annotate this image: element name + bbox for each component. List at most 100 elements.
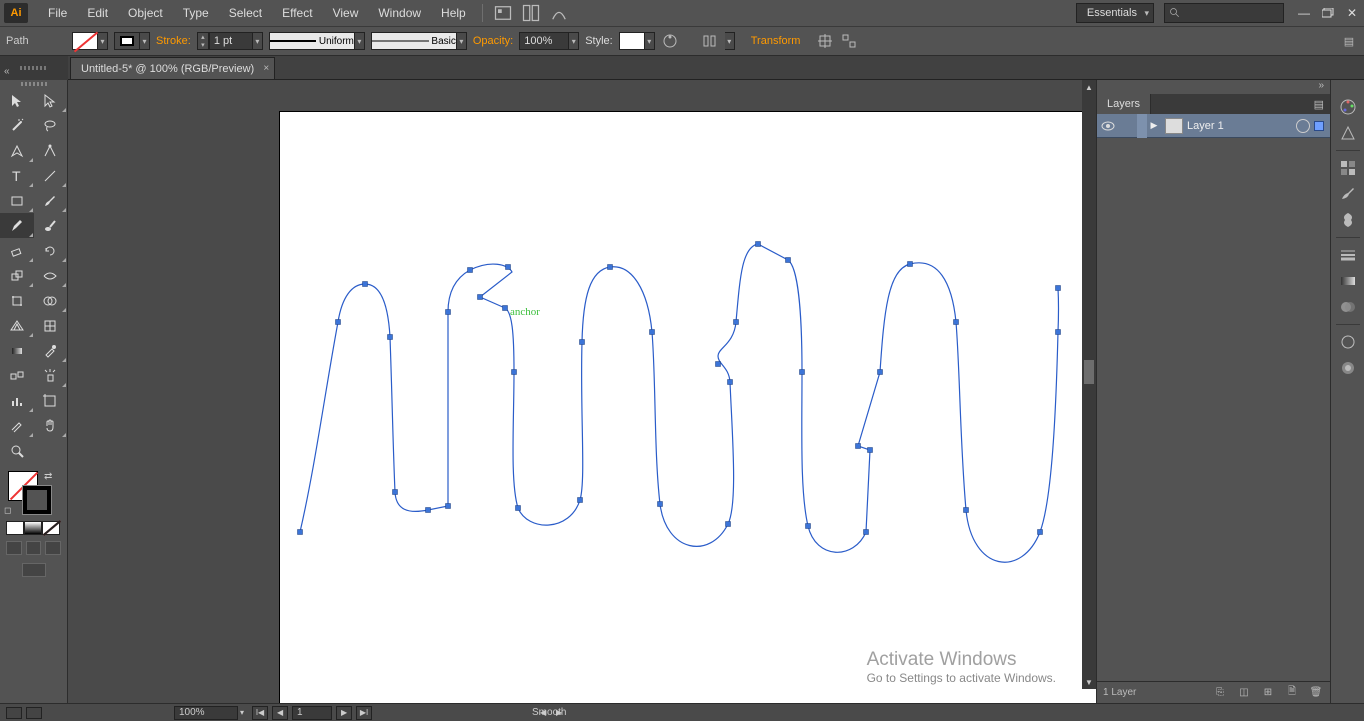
workspace-switcher[interactable]: Essentials xyxy=(1076,3,1154,23)
zoom-field[interactable]: 100% xyxy=(174,706,238,720)
next-artboard-icon[interactable]: ▶ xyxy=(336,706,352,720)
gradient-panel-icon[interactable] xyxy=(1335,268,1361,294)
menu-view[interactable]: View xyxy=(323,0,369,26)
stroke-panel-icon[interactable] xyxy=(1335,242,1361,268)
panel-expand-icon[interactable]: » xyxy=(1097,80,1330,94)
prev-artboard-icon[interactable]: ◀ xyxy=(272,706,288,720)
artboard-index[interactable]: 1 xyxy=(292,706,332,720)
opacity-value[interactable]: 100% xyxy=(519,32,569,50)
menu-type[interactable]: Type xyxy=(173,0,219,26)
window-close-icon[interactable]: ✕ xyxy=(1342,5,1362,21)
blend-tool[interactable] xyxy=(0,363,34,388)
status-icon-1[interactable] xyxy=(6,707,22,719)
menu-edit[interactable]: Edit xyxy=(77,0,118,26)
transparency-panel-icon[interactable] xyxy=(1335,294,1361,320)
recolor-icon[interactable] xyxy=(661,32,679,50)
type-tool[interactable]: T xyxy=(0,163,34,188)
last-artboard-icon[interactable]: ▶I xyxy=(356,706,372,720)
draw-inside[interactable] xyxy=(45,541,61,555)
symbols-panel-icon[interactable] xyxy=(1335,207,1361,233)
close-tab-icon[interactable]: × xyxy=(263,63,269,74)
vertical-scrollbar[interactable]: ▲ ▼ xyxy=(1082,80,1096,689)
menu-window[interactable]: Window xyxy=(368,0,431,26)
stroke-profile-dropdown[interactable] xyxy=(355,32,365,50)
gradient-tool[interactable] xyxy=(0,338,34,363)
column-graph-tool[interactable] xyxy=(0,388,34,413)
lasso-tool[interactable] xyxy=(34,113,68,138)
curvature-tool[interactable] xyxy=(34,138,68,163)
controlbar-menu-icon[interactable]: ▤ xyxy=(1340,32,1358,50)
artboard-tool[interactable] xyxy=(34,388,68,413)
swap-fill-stroke-icon[interactable]: ⇄ xyxy=(44,471,52,482)
stroke-indicator[interactable] xyxy=(22,485,52,515)
paintbrush-tool[interactable] xyxy=(34,188,68,213)
stroke-weight-stepper[interactable]: ▴▾ xyxy=(197,32,209,50)
eyedropper-tool[interactable] xyxy=(34,338,68,363)
rectangle-tool[interactable] xyxy=(0,188,34,213)
layer-target-icon[interactable] xyxy=(1296,119,1310,133)
vector-path[interactable] xyxy=(280,112,1096,703)
draw-normal[interactable] xyxy=(6,541,22,555)
width-tool[interactable] xyxy=(34,263,68,288)
window-minimize-icon[interactable]: — xyxy=(1294,5,1314,21)
color-panel-icon[interactable] xyxy=(1335,94,1361,120)
graphic-style-swatch[interactable] xyxy=(619,32,645,50)
bridge-icon[interactable] xyxy=(493,4,513,22)
shape-builder-tool[interactable] xyxy=(34,288,68,313)
menu-file[interactable]: File xyxy=(38,0,77,26)
layer-name[interactable]: Layer 1 xyxy=(1187,120,1224,132)
layer-twirl-icon[interactable]: ▶ xyxy=(1147,120,1161,131)
locate-object-icon[interactable]: ⎘ xyxy=(1212,686,1228,700)
layer-selection-indicator[interactable] xyxy=(1314,121,1324,131)
align-dropdown[interactable] xyxy=(725,32,735,50)
arrange-docs-icon[interactable] xyxy=(521,4,541,22)
menu-select[interactable]: Select xyxy=(219,0,272,26)
window-restore-icon[interactable] xyxy=(1318,5,1338,21)
new-layer-icon[interactable]: 🗎 xyxy=(1284,686,1300,700)
color-mode-gradient[interactable] xyxy=(24,521,42,535)
blob-brush-tool[interactable] xyxy=(34,213,68,238)
stroke-swatch[interactable] xyxy=(114,32,140,50)
stroke-label[interactable]: Stroke: xyxy=(156,35,191,47)
new-sublayer-icon[interactable]: ⊞ xyxy=(1260,686,1276,700)
stroke-weight-value[interactable]: 1 pt xyxy=(209,32,253,50)
scale-tool[interactable] xyxy=(0,263,34,288)
eraser-tool[interactable] xyxy=(0,238,34,263)
visibility-icon[interactable] xyxy=(1097,121,1119,131)
stroke-profile[interactable]: Uniform xyxy=(269,32,355,50)
brushes-panel-icon[interactable] xyxy=(1335,181,1361,207)
scroll-thumb[interactable] xyxy=(1084,360,1094,384)
isolate-icon[interactable] xyxy=(816,32,834,50)
menu-help[interactable]: Help xyxy=(431,0,476,26)
swatches-panel-icon[interactable] xyxy=(1335,155,1361,181)
brush-dropdown[interactable] xyxy=(457,32,467,50)
slice-tool[interactable] xyxy=(0,413,34,438)
selection-tool[interactable] xyxy=(0,88,34,113)
tools-grip[interactable] xyxy=(0,80,67,88)
scroll-up-icon[interactable]: ▲ xyxy=(1082,80,1096,94)
perspective-tool[interactable] xyxy=(0,313,34,338)
symbol-sprayer-tool[interactable] xyxy=(34,363,68,388)
direct-selection-tool[interactable] xyxy=(34,88,68,113)
fill-dropdown[interactable] xyxy=(98,32,108,50)
align-icon[interactable] xyxy=(701,32,719,50)
default-fill-stroke-icon[interactable]: ◻ xyxy=(4,505,11,516)
color-mode-none[interactable] xyxy=(42,521,60,535)
appearance-panel-icon[interactable] xyxy=(1335,329,1361,355)
zoom-tool[interactable] xyxy=(0,438,34,463)
panel-menu-icon[interactable]: ▤ xyxy=(1308,98,1330,111)
transform-link[interactable]: Transform xyxy=(751,35,801,47)
brush-definition[interactable]: Basic xyxy=(371,32,457,50)
free-transform-tool[interactable] xyxy=(0,288,34,313)
pencil-tool[interactable] xyxy=(0,213,34,238)
screen-mode[interactable] xyxy=(22,563,46,577)
graphic-styles-panel-icon[interactable] xyxy=(1335,355,1361,381)
edit-similar-icon[interactable] xyxy=(840,32,858,50)
tools-collapse-icon[interactable]: « xyxy=(4,66,10,77)
menu-effect[interactable]: Effect xyxy=(272,0,322,26)
search-input[interactable] xyxy=(1164,3,1284,23)
hand-tool[interactable] xyxy=(34,413,68,438)
layers-tab[interactable]: Layers xyxy=(1097,94,1151,114)
toolpanel-grip[interactable] xyxy=(0,56,68,80)
rotate-tool[interactable] xyxy=(34,238,68,263)
